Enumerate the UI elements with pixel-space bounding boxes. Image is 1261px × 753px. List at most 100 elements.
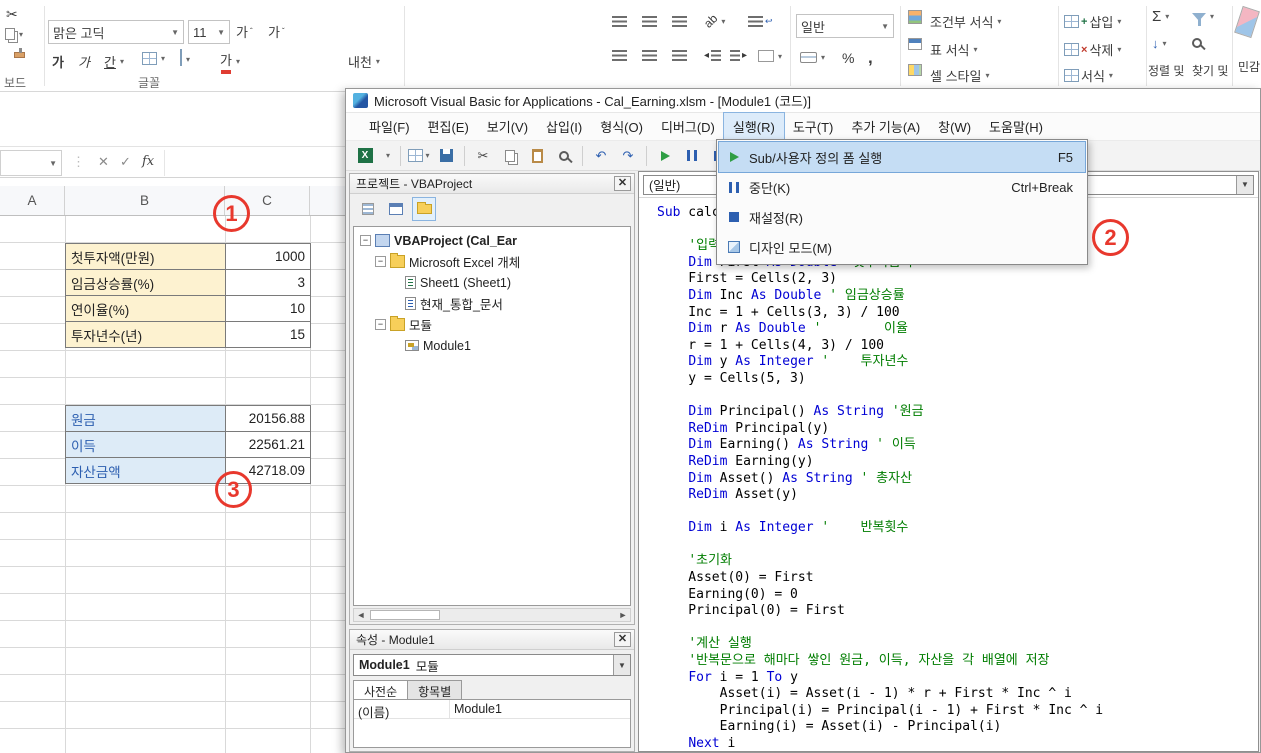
code-line[interactable]: Dim Principal() As String '원금: [657, 404, 1258, 421]
conditional-formatting-label[interactable]: 조건부 서식 ▾: [930, 12, 1001, 31]
expander-icon[interactable]: −: [375, 319, 386, 330]
find-select-label[interactable]: 찾기 및: [1192, 62, 1228, 79]
find-icon[interactable]: [553, 145, 575, 167]
code-line[interactable]: y = Cells(5, 3): [657, 371, 1258, 388]
decrease-font-button[interactable]: 가ˇ: [268, 22, 285, 41]
sheet-value-cell[interactable]: 10: [225, 295, 311, 322]
code-line[interactable]: For i = 1 To y: [657, 670, 1258, 687]
close-icon[interactable]: ✕: [614, 176, 631, 191]
scroll-left-icon[interactable]: ◄: [354, 610, 368, 620]
name-box[interactable]: ▼: [0, 150, 62, 176]
number-format-combo[interactable]: 일반 ▼: [796, 14, 894, 38]
vba-menu-추가 기능(A)[interactable]: 추가 기능(A): [842, 113, 929, 140]
format-as-table-button[interactable]: [908, 38, 922, 50]
column-header-b[interactable]: B: [65, 186, 225, 215]
sort-filter-button[interactable]: ▾: [1192, 12, 1214, 26]
insert-cells-button[interactable]: + 삽입 ▾: [1064, 12, 1121, 31]
chevron-down-icon[interactable]: ▼: [613, 655, 630, 675]
worksheet-grid[interactable]: 첫투자액(만원) 1000 임금상승률(%) 3 연이율(%) 10 투자년수(년) 15 원…: [0, 216, 346, 753]
increase-indent-button[interactable]: ▸: [730, 50, 747, 61]
chevron-down-icon[interactable]: ▼: [1236, 175, 1253, 194]
sheet-label-cell[interactable]: 자산금액: [65, 457, 226, 484]
run-menu-item[interactable]: 디자인 모드(M): [719, 232, 1085, 262]
run-menu-item[interactable]: 중단(K) Ctrl+Break: [719, 172, 1085, 202]
run-menu-item[interactable]: 재설정(R): [719, 202, 1085, 232]
view-code-icon[interactable]: [356, 197, 380, 221]
format-cells-button[interactable]: 서식 ▾: [1064, 66, 1113, 85]
vba-menu-편집(E)[interactable]: 편집(E): [419, 113, 478, 140]
merge-center-button[interactable]: ▾: [758, 50, 782, 62]
sheet-label-cell[interactable]: 첫투자액(만원): [65, 243, 226, 270]
vba-menu-보기(V)[interactable]: 보기(V): [478, 113, 537, 140]
property-row[interactable]: (이름) Module1: [354, 700, 630, 720]
vba-title-bar[interactable]: Microsoft Visual Basic for Applications …: [346, 89, 1260, 113]
expander-icon[interactable]: −: [360, 235, 371, 246]
cancel-entry-icon[interactable]: ✕: [98, 154, 109, 170]
code-line[interactable]: Principal(i) = Principal(i - 1) + First …: [657, 703, 1258, 720]
scrollbar-thumb[interactable]: [370, 610, 440, 620]
chevron-down-icon[interactable]: ▾: [381, 145, 393, 167]
vba-menu-삽입(I)[interactable]: 삽입(I): [537, 113, 591, 140]
code-line[interactable]: Asset(0) = First: [657, 570, 1258, 587]
tree-item[interactable]: Module1: [354, 335, 630, 356]
code-line[interactable]: [657, 537, 1258, 554]
save-icon[interactable]: [435, 145, 457, 167]
increase-font-button[interactable]: 가ˆ: [236, 22, 253, 41]
font-color-button[interactable]: 가 ▾: [220, 50, 240, 74]
tree-item[interactable]: Sheet1 (Sheet1): [354, 272, 630, 293]
code-line[interactable]: [657, 620, 1258, 637]
code-line[interactable]: '반복문으로 해마다 쌓인 원금, 이득, 자산을 각 배열에 저장: [657, 653, 1258, 670]
code-line[interactable]: [657, 388, 1258, 405]
wrap-text-button[interactable]: ↩: [748, 16, 773, 27]
code-line[interactable]: ReDim Principal(y): [657, 421, 1258, 438]
insert-function-icon[interactable]: fx: [142, 154, 154, 169]
code-line[interactable]: Inc = 1 + Cells(3, 3) / 100: [657, 305, 1258, 322]
close-icon[interactable]: ✕: [614, 632, 631, 647]
sheet-label-cell[interactable]: 이득: [65, 431, 226, 458]
undo-icon[interactable]: ↶: [590, 145, 612, 167]
sensitivity-label[interactable]: 민감: [1238, 58, 1260, 75]
vba-menu-도움말(H)[interactable]: 도움말(H): [980, 113, 1052, 140]
expander-icon[interactable]: −: [375, 256, 386, 267]
view-excel-icon[interactable]: X: [354, 145, 376, 167]
sheet-value-cell[interactable]: 22561.21: [225, 431, 311, 458]
code-line[interactable]: First = Cells(2, 3): [657, 271, 1258, 288]
run-menu-item[interactable]: Sub/사용자 정의 폼 실행 F5: [718, 141, 1086, 173]
code-line[interactable]: Dim Earning() As String ' 이득: [657, 437, 1258, 454]
tree-item[interactable]: − 모듈: [354, 314, 630, 335]
redo-icon[interactable]: ↷: [617, 145, 639, 167]
vba-menu-디버그(D)[interactable]: 디버그(D): [652, 113, 724, 140]
phonetic-button[interactable]: 내천 ▾: [348, 52, 380, 71]
align-right-button[interactable]: [672, 50, 687, 61]
sensitivity-icon[interactable]: [1234, 5, 1260, 39]
insert-userform-icon[interactable]: ▾: [408, 145, 430, 167]
tab-categorized[interactable]: 항목별: [407, 680, 463, 700]
code-line[interactable]: '초기화: [657, 553, 1258, 570]
property-value-cell[interactable]: Module1: [450, 700, 630, 718]
scroll-right-icon[interactable]: ►: [616, 610, 630, 620]
properties-object-combo[interactable]: Module1 모듈 ▼: [353, 654, 631, 676]
sort-filter-label[interactable]: 정렬 및: [1148, 62, 1184, 79]
vba-menu-실행(R)[interactable]: 실행(R): [722, 112, 785, 141]
code-line[interactable]: Earning(i) = Asset(i) - Principal(i): [657, 719, 1258, 736]
copy-icon[interactable]: [499, 145, 521, 167]
cell-styles-button[interactable]: [908, 64, 922, 76]
view-object-icon[interactable]: [384, 197, 408, 221]
italic-button[interactable]: 가: [78, 52, 90, 71]
project-horizontal-scrollbar[interactable]: ◄ ►: [353, 608, 631, 622]
vba-menu-파일(F)[interactable]: 파일(F): [360, 113, 419, 140]
tab-alphabetic[interactable]: 사전순: [353, 680, 409, 700]
code-area[interactable]: Sub calculator() '입력 Dim First As Double…: [639, 198, 1258, 751]
cut-icon[interactable]: ✂: [472, 145, 494, 167]
sheet-label-cell[interactable]: 연이율(%): [65, 295, 226, 322]
sheet-value-cell[interactable]: 15: [225, 321, 311, 348]
conditional-formatting-button[interactable]: [908, 10, 922, 24]
format-painter-icon[interactable]: [14, 48, 25, 58]
align-center-button[interactable]: [642, 50, 657, 61]
align-bottom-button[interactable]: [672, 16, 687, 27]
code-line[interactable]: '계산 실행: [657, 636, 1258, 653]
sheet-value-cell[interactable]: 1000: [225, 243, 311, 270]
code-line[interactable]: ReDim Earning(y): [657, 454, 1258, 471]
bold-button[interactable]: 가: [52, 52, 64, 71]
delete-cells-button[interactable]: × 삭제 ▾: [1064, 40, 1121, 59]
